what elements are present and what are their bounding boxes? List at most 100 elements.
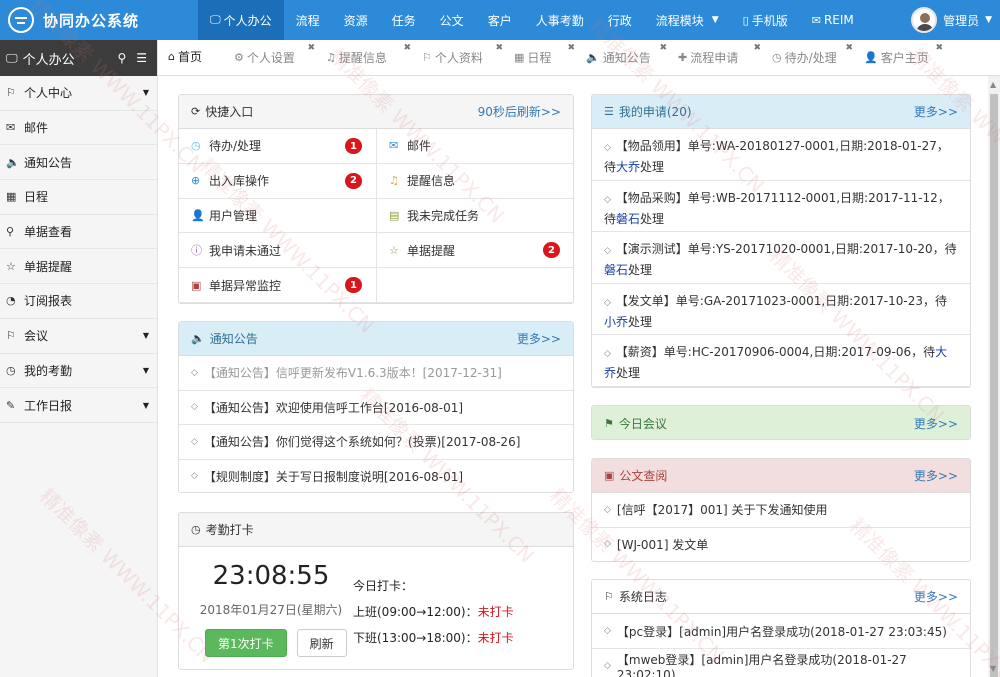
quick-entry-7[interactable]: ☆ 单据提醒 2 (377, 233, 573, 269)
close-icon[interactable]: ✖ (307, 43, 315, 53)
diamond-icon: ◇ (191, 367, 198, 378)
tab-0[interactable]: ⌂ 首页 (158, 39, 224, 75)
document-more-link[interactable]: 更多>> (914, 467, 958, 484)
application-suffix: 处理 (628, 314, 653, 329)
nav-item-9[interactable]: ▯ 手机版 (731, 0, 800, 40)
close-icon[interactable]: ✖ (753, 43, 761, 53)
application-item[interactable]: ◇ 【薪资】单号:HC-20170906-0004,日期:2017-09-06，… (592, 335, 970, 387)
calendar-icon: ▦ (6, 190, 17, 204)
tab-3[interactable]: ⚐ 个人资料 ✖ (412, 39, 504, 75)
nav-item-4[interactable]: 公文 (428, 0, 476, 40)
close-icon[interactable]: ✖ (659, 43, 667, 53)
applications-header: ☰ 我的申请(20) 更多>> (592, 95, 970, 129)
quick-access-grid: ◷ 待办/处理 1 ✉ 邮件 ⊕ 出入库操作 2 ♫ 提醒信息 👤 用户管理 ▤ 我未完成任务 ⓘ 我申请未通… (179, 129, 573, 303)
user-menu[interactable]: 管理员 ▼ (911, 0, 992, 40)
nav-item-1[interactable]: 流程 (284, 0, 332, 40)
quick-entry-label: 我申请未通过 (209, 243, 282, 258)
diamond-icon: ◇ (604, 626, 611, 636)
sidebar-item-8[interactable]: ◷ 我的考勤 ▼ (0, 354, 157, 389)
quick-entry-5[interactable]: ▤ 我未完成任务 (377, 199, 573, 234)
close-icon[interactable]: ✖ (935, 43, 943, 53)
quick-entry-0[interactable]: ◷ 待办/处理 1 (179, 129, 377, 164)
search-icon[interactable]: ⚲ (117, 51, 126, 65)
quick-entry-6[interactable]: ⓘ 我申请未通过 (179, 233, 377, 269)
notice-more-link[interactable]: 更多>> (517, 330, 561, 347)
meeting-more-link[interactable]: 更多>> (914, 415, 958, 432)
nav-label: 手机版 (751, 13, 788, 28)
diamond-icon: ◇ (604, 504, 611, 515)
quick-entry-9 (377, 268, 573, 303)
sidebar-item-1[interactable]: ✉ 邮件 (0, 111, 157, 146)
notice-item[interactable]: ◇ 【规则制度】关于写日报制度说明[2016-08-01] (179, 460, 573, 493)
log-item[interactable]: ◇ 【mweb登录】[admin]用户名登录成功(2018-01-27 23:02… (592, 649, 970, 677)
syslog-panel: ⚐ 系统日志 更多>> ◇ 【pc登录】[admin]用户名登录成功(2018-0… (591, 579, 971, 677)
tab-label: 通知公告 (602, 50, 651, 65)
nav-item-2[interactable]: 资源 (332, 0, 380, 40)
application-item[interactable]: ◇ 【演示测试】单号:YS-20171020-0001,日期:2017-10-2… (592, 232, 970, 284)
notice-item[interactable]: ◇ 【通知公告】欢迎使用信呼工作台[2016-08-01] (179, 391, 573, 425)
nav-item-8[interactable]: 流程模块 ▼ (644, 0, 731, 40)
nav-item-5[interactable]: 客户 (476, 0, 524, 40)
quick-entry-4[interactable]: 👤 用户管理 (179, 198, 377, 234)
syslog-title: 系统日志 (618, 590, 667, 604)
syslog-more-link[interactable]: 更多>> (914, 588, 958, 605)
close-icon[interactable]: ✖ (845, 43, 853, 53)
applications-more-link[interactable]: 更多>> (914, 103, 958, 120)
nav-item-0[interactable]: 🖵 个人办公 (198, 0, 284, 40)
nav-item-6[interactable]: 人事考勤 (524, 0, 596, 40)
sidebar-item-2[interactable]: 🔈 通知公告 (0, 145, 157, 181)
scroll-down-icon[interactable]: ▼ (990, 664, 996, 673)
notice-item[interactable]: ◇ 【通知公告】信呼更新发布V1.6.3版本！[2017-12-31] (179, 356, 573, 391)
menu-icon[interactable]: ☰ (136, 51, 147, 65)
punch-button[interactable]: 第1次打卡 (205, 629, 287, 657)
application-item[interactable]: ◇ 【发文单】单号:GA-20171023-0001,日期:2017-10-23… (592, 284, 970, 336)
quick-entry-1[interactable]: ✉ 邮件 (377, 129, 573, 164)
bookmark-icon: ⚐ (6, 329, 16, 343)
sidebar-item-label: 日程 (24, 190, 49, 205)
sidebar-item-3[interactable]: ▦ 日程 (0, 180, 157, 215)
refresh-link[interactable]: 90秒后刷新>> (478, 103, 561, 120)
sidebar-item-5[interactable]: ☆ 单据提醒 (0, 249, 157, 285)
scroll-up-icon[interactable]: ▲ (990, 80, 996, 89)
tab-4[interactable]: ▦ 日程 ✖ (504, 39, 576, 75)
notice-text: 【通知公告】信呼更新发布V1.6.3版本！[2017-12-31] (203, 366, 502, 381)
sidebar-item-4[interactable]: ⚲ 单据查看 (0, 215, 157, 250)
sidebar-item-6[interactable]: ◔ 订阅报表 (0, 284, 157, 319)
sidebar-item-9[interactable]: ✎ 工作日报 ▼ (0, 388, 157, 423)
document-item[interactable]: ◇ [WJ-001] 发文单 (592, 528, 970, 562)
diamond-icon: ◇ (191, 436, 198, 447)
tab-2[interactable]: ♫ 提醒信息 ✖ (316, 39, 412, 75)
application-item[interactable]: ◇ 【物品采购】单号:WB-20171112-0001,日期:2017-11-1… (592, 181, 970, 233)
application-item[interactable]: ◇ 【物品领用】单号:WA-20180127-0001,日期:2018-01-2… (592, 129, 970, 181)
close-icon[interactable]: ✖ (567, 43, 575, 53)
quick-entry-3[interactable]: ♫ 提醒信息 (377, 164, 573, 199)
tab-7[interactable]: ◷ 待办/处理 ✖ (762, 39, 854, 75)
sidebar-item-0[interactable]: ⚐ 个人中心 ▼ (0, 76, 157, 111)
document-item[interactable]: ◇ [信呼【2017】001] 关于下发通知使用 (592, 493, 970, 528)
notice-item[interactable]: ◇ 【通知公告】你们觉得这个系统如何？(投票)[2017-08-26] (179, 425, 573, 460)
monitor-icon: 🖵 (6, 50, 18, 65)
close-icon[interactable]: ✖ (495, 43, 503, 53)
refresh-button[interactable]: 刷新 (296, 629, 347, 657)
tab-8[interactable]: 👤 客户主页 ✖ (854, 39, 944, 75)
nav-item-7[interactable]: 行政 (596, 0, 644, 40)
bookmark-icon: ⚐ (6, 86, 16, 100)
sidebar-item-label: 我的考勤 (24, 363, 73, 378)
avatar[interactable] (911, 7, 938, 33)
scroll-thumb[interactable] (990, 94, 998, 677)
nav-item-10[interactable]: ✉ REIM (800, 0, 866, 40)
tab-1[interactable]: ⚙ 个人设置 ✖ (224, 39, 316, 75)
attendance-buttons: 第1次打卡 刷新 (205, 629, 347, 657)
log-item[interactable]: ◇ 【pc登录】[admin]用户名登录成功(2018-01-27 23:03:4… (592, 614, 970, 649)
quick-entry-2[interactable]: ⊕ 出入库操作 2 (179, 163, 377, 199)
nav-item-3[interactable]: 任务 (380, 0, 428, 40)
close-icon[interactable]: ✖ (403, 43, 411, 53)
quick-entry-8[interactable]: ▣ 单据异常监控 1 (179, 268, 377, 303)
tab-5[interactable]: 🔈 通知公告 ✖ (576, 39, 668, 75)
tab-6[interactable]: ✚ 流程申请 ✖ (668, 39, 762, 75)
notice-text: 【通知公告】欢迎使用信呼工作台[2016-08-01] (203, 400, 464, 415)
scrollbar[interactable]: ▲ ▼ (988, 76, 1000, 677)
brand[interactable]: 协同办公系统 (0, 0, 158, 40)
assignee: 磐石 (616, 211, 641, 226)
sidebar-item-7[interactable]: ⚐ 会议 ▼ (0, 319, 157, 354)
